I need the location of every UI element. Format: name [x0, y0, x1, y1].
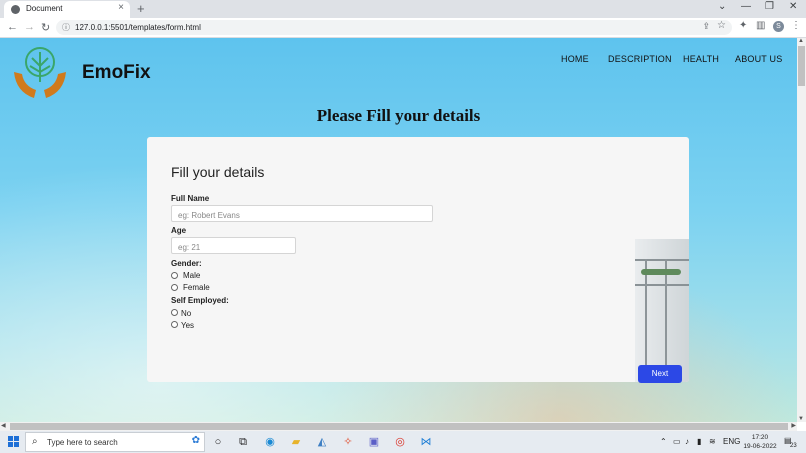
wifi-icon[interactable]: ≋: [709, 437, 716, 446]
nav-health[interactable]: HEALTH: [683, 54, 719, 64]
vertical-scroll-thumb[interactable]: [798, 46, 805, 86]
forward-button[interactable]: →: [24, 21, 35, 33]
cortana-icon[interactable]: ○: [211, 435, 225, 449]
bookmark-star-icon[interactable]: ☆: [717, 20, 726, 31]
minimize-button[interactable]: —: [741, 1, 751, 12]
next-button[interactable]: Next: [638, 365, 682, 383]
scroll-right-icon[interactable]: ▶: [791, 422, 796, 429]
profile-avatar[interactable]: S: [773, 21, 784, 32]
menu-kebab-icon[interactable]: ⋮: [791, 20, 801, 31]
taskbar-clock[interactable]: 17:20 19-06-2022: [740, 433, 780, 451]
chrome-icon[interactable]: ◎: [393, 435, 407, 449]
side-panel-icon[interactable]: ▥: [756, 20, 765, 31]
gender-male-label[interactable]: Male: [183, 271, 200, 280]
tab-close-icon[interactable]: ×: [118, 2, 124, 13]
gender-male-radio[interactable]: [171, 272, 178, 279]
self-employed-yes-label[interactable]: Yes: [181, 321, 194, 330]
language-indicator[interactable]: ENG: [723, 437, 740, 446]
taskbar-search-placeholder: Type here to search: [47, 438, 118, 447]
page-title: Please Fill your details: [316, 106, 481, 125]
clock-date: 19-06-2022: [743, 443, 777, 450]
search-icon: ⌕: [32, 436, 38, 447]
horizontal-scroll-thumb[interactable]: [10, 423, 788, 430]
git-app-icon[interactable]: ✧: [341, 435, 355, 449]
scroll-up-icon[interactable]: ▲: [798, 38, 804, 44]
scroll-down-icon[interactable]: ▼: [798, 416, 804, 422]
tray-device-icon[interactable]: ▭: [673, 437, 681, 446]
vscode-icon[interactable]: ⋈: [419, 435, 433, 449]
details-form-card: Fill your details Full Name eg: Robert E…: [147, 137, 689, 382]
scroll-left-icon[interactable]: ◀: [1, 422, 6, 429]
self-employed-yes-radio[interactable]: [171, 321, 178, 328]
nav-about-us[interactable]: ABOUT US: [735, 54, 782, 64]
browser-tab[interactable]: Document ×: [4, 1, 130, 18]
search-highlight-icon: ✿: [191, 435, 200, 446]
clock-time: 17:20: [751, 434, 769, 441]
volume-icon[interactable]: ♪: [685, 437, 689, 446]
restore-button[interactable]: ❐: [765, 1, 774, 12]
battery-icon[interactable]: ▮: [697, 437, 701, 446]
tab-title: Document: [26, 4, 63, 13]
vertical-scrollbar[interactable]: ▲ ▼: [797, 38, 806, 422]
address-bar[interactable]: ⓘ 127.0.0.1:5501/templates/form.html ⇪ ☆: [56, 20, 732, 35]
gender-label: Gender:: [171, 259, 202, 268]
edge-icon[interactable]: ◉: [263, 435, 277, 449]
gender-female-radio[interactable]: [171, 284, 178, 291]
nav-home[interactable]: HOME: [561, 54, 589, 64]
age-label: Age: [171, 226, 187, 235]
close-window-button[interactable]: ✕: [789, 1, 797, 12]
self-employed-no-label[interactable]: No: [181, 309, 191, 318]
emofix-logo: [14, 47, 66, 98]
nav-description[interactable]: DESCRIPTION: [608, 54, 672, 64]
self-employed-label: Self Employed:: [171, 296, 229, 305]
task-view-icon[interactable]: ⧉: [236, 435, 250, 449]
gender-female-label[interactable]: Female: [183, 283, 210, 292]
back-button[interactable]: ←: [7, 21, 18, 33]
age-input[interactable]: eg: 21: [171, 237, 296, 254]
globe-icon: [11, 5, 20, 14]
reload-button[interactable]: ↻: [41, 21, 50, 34]
brand-name: EmoFix: [82, 62, 151, 83]
notification-count: 23: [790, 443, 797, 449]
tray-chevron-up-icon[interactable]: ⌃: [660, 437, 667, 446]
full-name-input[interactable]: eg: Robert Evans: [171, 205, 433, 222]
horizontal-scrollbar[interactable]: ◀ ▶: [0, 422, 797, 431]
url-text[interactable]: 127.0.0.1:5501/templates/form.html: [75, 23, 201, 32]
self-employed-no-radio[interactable]: [171, 309, 178, 316]
file-explorer-icon[interactable]: ▰: [289, 435, 303, 449]
app-icon[interactable]: ◭: [315, 435, 329, 449]
full-name-label: Full Name: [171, 194, 210, 203]
share-icon[interactable]: ⇪: [702, 21, 710, 32]
windows-start-icon[interactable]: [8, 436, 20, 448]
taskbar-search-box[interactable]: ⌕ Type here to search ✿: [25, 432, 205, 452]
teams-icon[interactable]: ▣: [367, 435, 381, 449]
card-side-image: [635, 239, 689, 382]
info-icon[interactable]: ⓘ: [62, 22, 70, 33]
form-title: Fill your details: [171, 164, 265, 180]
extensions-icon[interactable]: ✦: [739, 20, 747, 31]
new-tab-button[interactable]: +: [137, 1, 145, 16]
tab-search-dropdown-icon[interactable]: ⌄: [718, 1, 726, 12]
